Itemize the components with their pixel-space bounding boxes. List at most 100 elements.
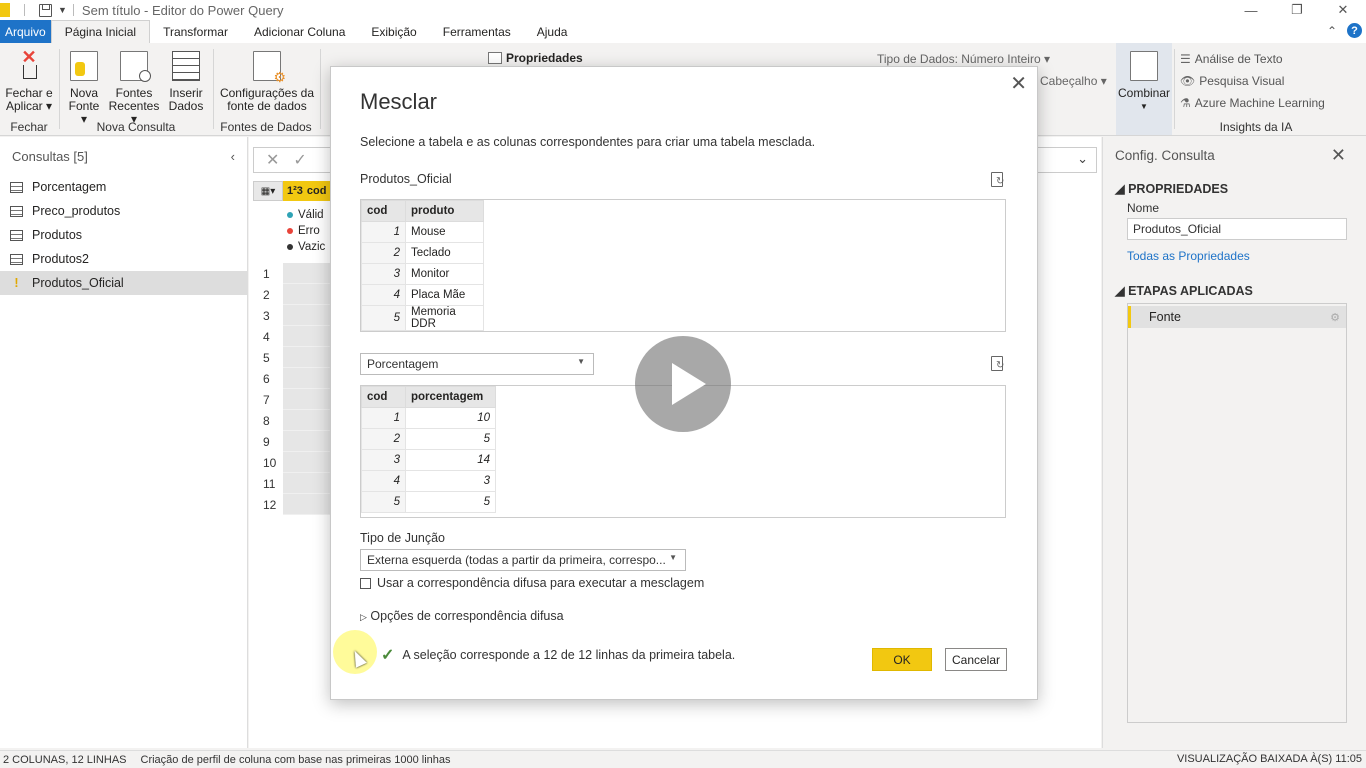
- group-separator: [320, 49, 321, 129]
- table-row[interactable]: 1: [253, 263, 333, 284]
- cell: 5: [361, 491, 406, 513]
- table-row[interactable]: 2: [253, 284, 333, 305]
- query-label: Preco_produtos: [32, 204, 121, 218]
- table-row[interactable]: 7: [253, 389, 333, 410]
- query-name-input[interactable]: Produtos_Oficial: [1127, 218, 1347, 240]
- row-number: 5: [253, 347, 283, 368]
- tab-adicionar-coluna[interactable]: Adicionar Coluna: [241, 20, 358, 43]
- column-header[interactable]: cod: [361, 200, 406, 222]
- cell: 14: [405, 449, 496, 471]
- join-type-select[interactable]: Externa esquerda (todas a partir da prim…: [360, 549, 686, 571]
- table-row[interactable]: 3: [253, 305, 333, 326]
- table-row[interactable]: 6: [253, 368, 333, 389]
- tab-ajuda[interactable]: Ajuda: [524, 20, 581, 43]
- table-row[interactable]: 4 Placa Mãe: [361, 284, 484, 306]
- tab-pagina-inicial[interactable]: Página Inicial: [50, 20, 151, 43]
- table-row[interactable]: 1 10: [361, 407, 496, 429]
- table-row[interactable]: 4: [253, 326, 333, 347]
- title-separator: [24, 4, 25, 16]
- table-row[interactable]: 2 Teclado: [361, 242, 484, 264]
- query-item-produtos[interactable]: Produtos: [0, 223, 247, 247]
- recent-sources-button[interactable]: Fontes Recentes ▾: [106, 51, 162, 126]
- refresh-preview-icon[interactable]: [991, 356, 1004, 371]
- fuzzy-options-expander[interactable]: ▷ Opções de correspondência difusa: [360, 609, 564, 623]
- cell: 5: [405, 491, 496, 513]
- table-menu-icon[interactable]: ▦▾: [253, 181, 283, 201]
- table-row[interactable]: 12: [253, 494, 333, 515]
- column-header[interactable]: cod: [361, 386, 406, 408]
- query-item-porcentagem[interactable]: Porcentagem: [0, 175, 247, 199]
- step-label: Fonte: [1149, 310, 1181, 324]
- data-type-dropdown[interactable]: Tipo de Dados: Número Inteiro ▾: [877, 52, 1050, 66]
- collapse-ribbon-icon[interactable]: ⌃: [1327, 24, 1337, 38]
- help-icon[interactable]: ?: [1347, 23, 1362, 38]
- close-apply-button[interactable]: ✕ Fechar e Aplicar ▾: [4, 48, 54, 113]
- properties-button[interactable]: Propriedades: [488, 51, 583, 65]
- column-header[interactable]: porcentagem: [405, 386, 496, 408]
- table-row[interactable]: 25: [361, 428, 496, 450]
- refresh-preview-icon[interactable]: [991, 172, 1004, 187]
- query-item-preco-produtos[interactable]: Preco_produtos: [0, 199, 247, 223]
- enter-data-button[interactable]: Inserir Dados: [164, 51, 208, 113]
- column-header-cod[interactable]: 1²3 cod: [283, 181, 333, 201]
- minimize-button[interactable]: —: [1228, 0, 1274, 20]
- table-row[interactable]: 3 14: [361, 449, 496, 471]
- table-row[interactable]: 10: [253, 452, 333, 473]
- data-source-settings-button[interactable]: ⚙ Configurações da fonte de dados: [218, 51, 316, 113]
- azure-ml-button[interactable]: ⚗ Azure Machine Learning: [1180, 96, 1325, 110]
- table-row[interactable]: 43: [361, 470, 496, 492]
- save-icon[interactable]: [39, 3, 52, 17]
- table-row[interactable]: 9: [253, 431, 333, 452]
- table-row[interactable]: 55: [361, 491, 496, 513]
- tab-transformar[interactable]: Transformar: [150, 20, 241, 43]
- column-header[interactable]: produto: [405, 200, 484, 222]
- new-source-button[interactable]: Nova Fonte ▾: [64, 51, 104, 126]
- header-dropdown[interactable]: Cabeçalho ▾: [1040, 74, 1107, 88]
- table-row[interactable]: 11: [253, 473, 333, 494]
- confirm-formula-icon[interactable]: ✓: [293, 150, 306, 170]
- ok-button[interactable]: OK: [872, 648, 932, 671]
- step-item-fonte[interactable]: Fonte ⚙: [1128, 306, 1346, 328]
- gear-icon[interactable]: ⚙: [1330, 311, 1340, 324]
- all-properties-link[interactable]: Todas as Propriedades: [1127, 249, 1250, 263]
- table-row[interactable]: 3 Monitor: [361, 263, 484, 285]
- properties-heading[interactable]: ◢ PROPRIEDADES: [1115, 181, 1228, 196]
- column-header-label: cod: [306, 185, 327, 197]
- query-item-produtos2[interactable]: Produtos2: [0, 247, 247, 271]
- cancel-formula-icon[interactable]: ✕: [266, 150, 279, 170]
- expand-formula-icon[interactable]: ⌄: [1077, 151, 1088, 167]
- quick-access-dropdown-icon[interactable]: ▼: [58, 5, 67, 15]
- cell: 3: [405, 470, 496, 492]
- tab-ferramentas[interactable]: Ferramentas: [430, 20, 524, 43]
- checkbox-box[interactable]: [360, 577, 371, 589]
- second-table-select[interactable]: Porcentagem ▼: [360, 353, 594, 375]
- text-analytics-icon: ☰: [1180, 52, 1191, 66]
- properties-heading-label: PROPRIEDADES: [1128, 182, 1229, 196]
- first-table-name: Produtos_Oficial: [360, 172, 452, 186]
- text-analytics-button[interactable]: ☰ Análise de Texto: [1180, 52, 1283, 66]
- close-settings-icon[interactable]: ✕: [1331, 145, 1346, 166]
- table-icon: [10, 181, 23, 193]
- query-item-produtos-oficial[interactable]: ! Produtos_Oficial: [0, 271, 247, 295]
- video-play-icon[interactable]: [635, 336, 731, 432]
- tab-arquivo[interactable]: Arquivo: [0, 20, 51, 43]
- table-row[interactable]: 8: [253, 410, 333, 431]
- eye-icon: 👁: [1180, 74, 1196, 88]
- close-window-button[interactable]: ✕: [1320, 0, 1366, 20]
- recent-sources-icon: [120, 51, 151, 82]
- vision-button[interactable]: 👁 Pesquisa Visual: [1180, 74, 1284, 88]
- table-row[interactable]: 5: [253, 347, 333, 368]
- collapse-queries-icon[interactable]: ‹: [231, 149, 235, 164]
- column-quality: Válid Erro Vazic: [253, 201, 333, 263]
- cancel-button[interactable]: Cancelar: [945, 648, 1007, 671]
- combine-button[interactable]: Combinar ▼: [1118, 51, 1170, 113]
- applied-steps-heading[interactable]: ◢ ETAPAS APLICADAS: [1115, 283, 1253, 298]
- table-row[interactable]: 5 Memoria DDR: [361, 305, 484, 331]
- table-row[interactable]: 1 Mouse: [361, 221, 484, 243]
- tab-exibicao[interactable]: Exibição: [358, 20, 429, 43]
- restore-button[interactable]: ❐: [1274, 0, 1320, 20]
- close-dialog-icon[interactable]: ✕: [1010, 71, 1027, 96]
- properties-label: Propriedades: [506, 51, 583, 65]
- status-preview-time: VISUALIZAÇÃO BAIXADA À(S) 11:05: [1176, 753, 1362, 765]
- fuzzy-matching-checkbox[interactable]: Usar a correspondência difusa para execu…: [360, 576, 704, 590]
